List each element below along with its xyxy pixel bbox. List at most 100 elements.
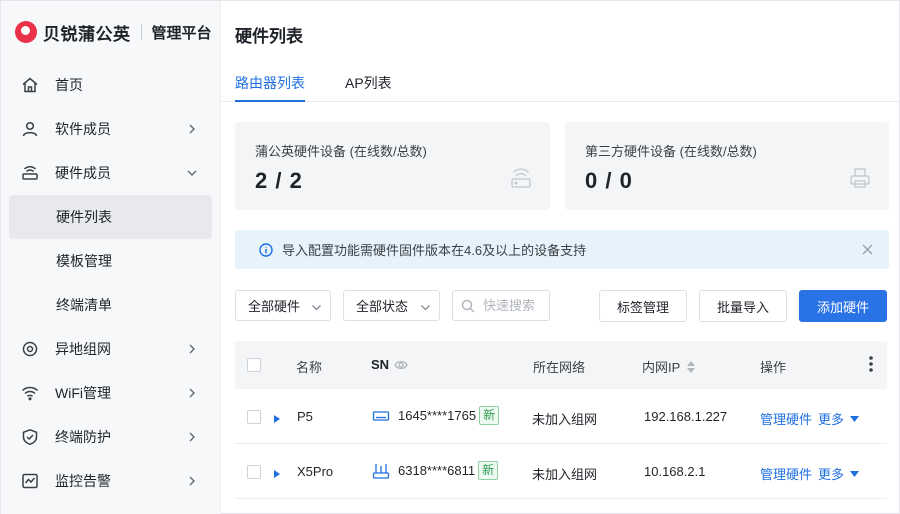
table-header: 名称 SN 所在网络 内网IP 操作: [235, 341, 887, 389]
manage-hardware-link[interactable]: 管理硬件: [760, 409, 812, 428]
expand-icon[interactable]: [273, 412, 281, 423]
chevron-right-icon: [186, 342, 198, 354]
network-icon: [21, 340, 39, 358]
device-sn: 6318****6811 新: [372, 461, 499, 480]
expand-icon[interactable]: [273, 467, 281, 478]
brand-name: 贝锐蒲公英: [43, 24, 131, 44]
notice-banner: 导入配置功能需硬件固件版本在4.6及以上的设备支持: [235, 230, 889, 269]
search-input[interactable]: [483, 298, 549, 313]
stat-card-pgy-hardware: 蒲公英硬件设备 (在线数/总数) 2 / 2: [235, 122, 550, 210]
column-header-ip[interactable]: 内网IP: [642, 357, 696, 376]
status-filter-select[interactable]: 全部状态: [343, 290, 440, 321]
more-dropdown[interactable]: 更多: [818, 464, 860, 483]
sort-icon[interactable]: [686, 360, 696, 374]
sidebar: 贝锐蒲公英 管理平台 首页 软件成员 硬件成员 硬件列表 模板管理 终端清单 异…: [1, 1, 221, 514]
tab-bar: 路由器列表 AP列表: [222, 63, 899, 102]
sidebar-item-label: 监控告警: [55, 473, 111, 489]
sidebar-subitem-template-management[interactable]: 模板管理: [1, 239, 220, 283]
sidebar-item-monitoring-alerts[interactable]: 监控告警: [1, 459, 220, 503]
new-badge: 新: [478, 461, 499, 480]
user-icon: [21, 120, 39, 138]
chevron-right-icon: [186, 122, 198, 134]
tab-router-list[interactable]: 路由器列表: [235, 73, 305, 102]
tab-ap-list[interactable]: AP列表: [345, 73, 392, 102]
close-icon[interactable]: [862, 243, 873, 255]
column-header-ip-label: 内网IP: [642, 360, 681, 375]
brand-logo-icon: [15, 21, 37, 43]
search-box[interactable]: [452, 290, 550, 321]
sidebar-item-hardware-members[interactable]: 硬件成员: [1, 151, 220, 195]
chevron-right-icon: [186, 474, 198, 486]
chevron-down-icon: [186, 166, 198, 178]
sidebar-item-label: 软件成员: [55, 121, 111, 137]
home-icon: [21, 76, 39, 94]
chevron-down-icon: [311, 301, 322, 312]
sidebar-nav: 首页 软件成员 硬件成员 硬件列表 模板管理 终端清单 异地组网 WiFi管理 …: [1, 63, 220, 503]
column-header-sn-label: SN: [371, 357, 390, 372]
table-row: X5Pro 6318****6811 新 未加入组网 10.168.2.1 管理…: [235, 444, 887, 499]
row-actions: 管理硬件 更多: [760, 409, 860, 428]
sidebar-item-label: 异地组网: [55, 341, 111, 357]
info-icon: [259, 242, 273, 257]
sidebar-item-home[interactable]: 首页: [1, 63, 220, 107]
sidebar-item-label: 终端清单: [56, 297, 112, 313]
column-header-network: 所在网络: [533, 360, 586, 375]
row-checkbox[interactable]: [247, 410, 261, 424]
sidebar-item-label: 模板管理: [56, 253, 112, 269]
router-box-icon: [372, 407, 390, 425]
sidebar-item-label: 硬件成员: [55, 165, 111, 181]
brand-subtitle: 管理平台: [151, 24, 212, 42]
router-icon: [21, 164, 39, 182]
sidebar-item-label: 硬件列表: [56, 209, 112, 225]
sn-value: 1645****1765: [398, 408, 477, 423]
sidebar-item-wifi-management[interactable]: WiFi管理: [1, 371, 220, 415]
row-actions: 管理硬件 更多: [760, 464, 860, 483]
device-name: X5Pro: [297, 464, 334, 479]
more-label: 更多: [818, 412, 845, 427]
router-device-icon: [510, 166, 532, 190]
batch-import-button[interactable]: 批量导入: [699, 290, 787, 322]
device-name: P5: [297, 409, 313, 424]
eye-icon[interactable]: [394, 358, 408, 372]
brand[interactable]: 贝锐蒲公英 管理平台: [1, 1, 220, 63]
stat-value: 2 / 2: [255, 168, 303, 193]
sidebar-subitem-hardware-list[interactable]: 硬件列表: [9, 195, 212, 239]
monitor-icon: [21, 472, 39, 490]
select-value: 全部状态: [356, 299, 409, 314]
add-hardware-button[interactable]: 添加硬件: [799, 290, 887, 322]
stat-label: 蒲公英硬件设备 (在线数/总数): [255, 144, 427, 159]
hardware-table: 名称 SN 所在网络 内网IP 操作 P5 1645****1765 新 未加入…: [235, 341, 887, 499]
stat-card-third-party-hardware: 第三方硬件设备 (在线数/总数) 0 / 0: [565, 122, 889, 210]
sidebar-item-remote-networking[interactable]: 异地组网: [1, 327, 220, 371]
sidebar-item-software-members[interactable]: 软件成员: [1, 107, 220, 151]
main-content: 硬件列表 路由器列表 AP列表 蒲公英硬件设备 (在线数/总数) 2 / 2 第…: [222, 1, 899, 514]
wifi-icon: [21, 384, 39, 402]
caret-down-icon: [850, 470, 860, 477]
hardware-filter-select[interactable]: 全部硬件: [235, 290, 331, 321]
device-network: 未加入组网: [532, 467, 598, 482]
more-dropdown[interactable]: 更多: [818, 409, 860, 428]
tag-management-button[interactable]: 标签管理: [599, 290, 687, 322]
sidebar-item-label: WiFi管理: [55, 385, 111, 401]
chevron-right-icon: [186, 430, 198, 442]
select-value: 全部硬件: [248, 299, 301, 314]
device-sn: 1645****1765 新: [372, 406, 500, 425]
router-antenna-icon: [372, 462, 390, 480]
sidebar-item-label: 首页: [55, 77, 83, 93]
manage-hardware-link[interactable]: 管理硬件: [760, 464, 812, 483]
column-header-name: 名称: [296, 360, 323, 375]
select-all-checkbox[interactable]: [247, 358, 261, 372]
stat-value: 0 / 0: [585, 168, 633, 193]
table-row: P5 1645****1765 新 未加入组网 192.168.1.227 管理…: [235, 389, 887, 444]
sidebar-item-terminal-protection[interactable]: 终端防护: [1, 415, 220, 459]
new-badge: 新: [479, 406, 500, 425]
sn-value: 6318****6811: [398, 463, 476, 478]
more-vertical-icon[interactable]: [868, 355, 874, 373]
column-header-actions: 操作: [760, 360, 787, 375]
row-checkbox[interactable]: [247, 465, 261, 479]
search-icon: [461, 299, 475, 313]
chevron-down-icon: [420, 301, 431, 312]
printer-device-icon: [849, 166, 871, 190]
notice-text: 导入配置功能需硬件固件版本在4.6及以上的设备支持: [282, 243, 587, 258]
sidebar-subitem-terminal-list[interactable]: 终端清单: [1, 283, 220, 327]
